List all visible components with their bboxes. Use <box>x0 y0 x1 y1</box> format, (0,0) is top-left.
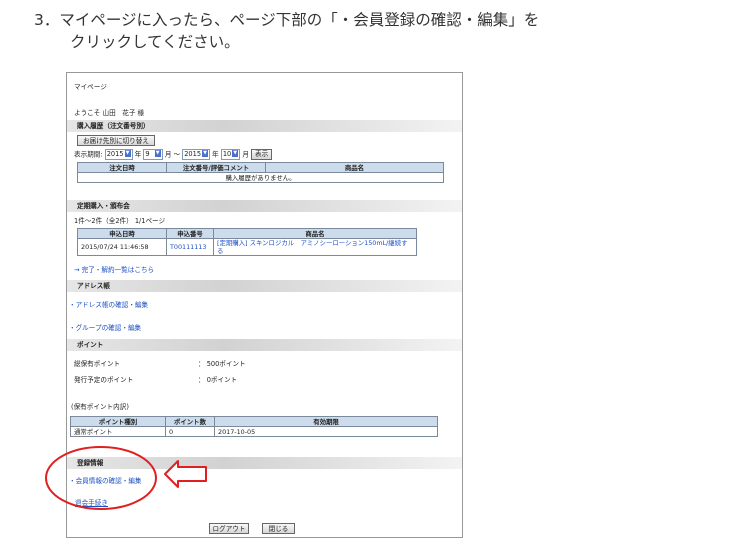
highlight-circle <box>45 446 157 510</box>
pointer-arrow-icon <box>164 460 207 488</box>
annotation-overlay <box>45 446 207 510</box>
